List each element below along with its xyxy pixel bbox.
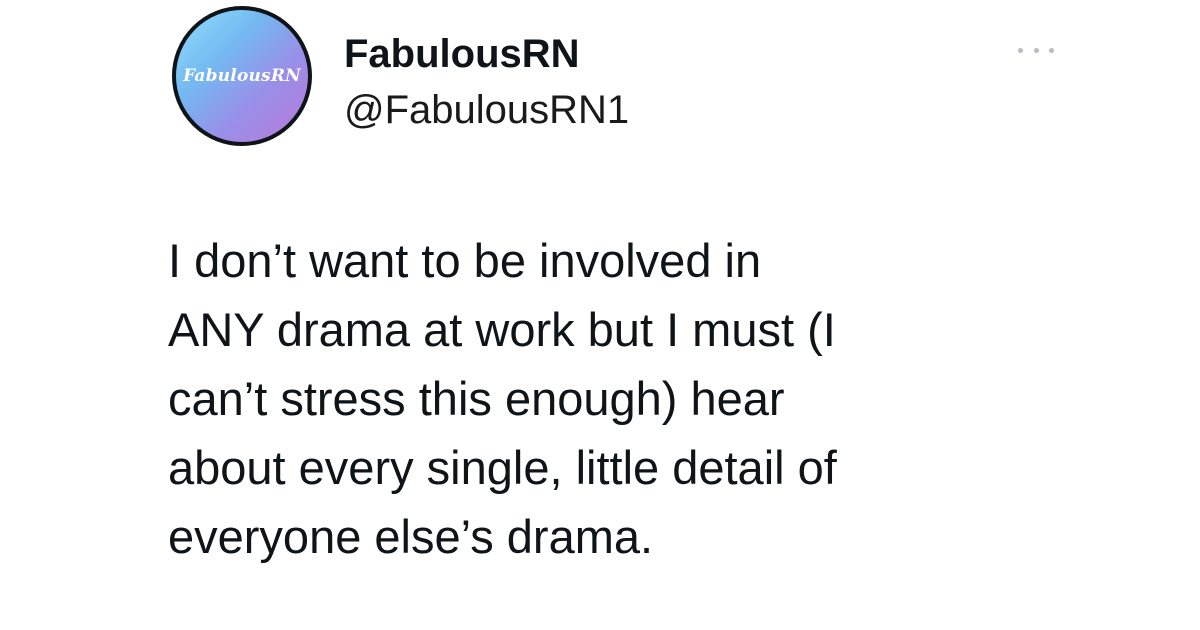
tweet-text-line: I don’t want to be involved in — [168, 234, 762, 287]
avatar-logo-text: FabulousRN — [183, 66, 301, 86]
user-handle[interactable]: @FabulousRN1 — [344, 86, 629, 134]
avatar[interactable]: FabulousRN — [172, 6, 312, 146]
dot — [1033, 47, 1039, 53]
tweet-text-line: everyone else’s drama. — [168, 510, 654, 563]
dot — [1018, 47, 1023, 53]
tweet-card: FabulousRN FabulousRN @FabulousRN1 I don… — [0, 0, 1200, 630]
more-options-icon[interactable] — [1018, 44, 1054, 56]
tweet-text-line: can’t stress this enough) hear — [168, 372, 785, 425]
tweet-text-line: about every single, little detail of — [168, 441, 837, 494]
display-name[interactable]: FabulousRN — [344, 30, 580, 78]
dot — [1049, 47, 1054, 53]
tweet-text: I don’t want to be involved in ANY drama… — [168, 226, 1068, 571]
tweet-text-line: ANY drama at work but I must (I — [168, 303, 836, 356]
